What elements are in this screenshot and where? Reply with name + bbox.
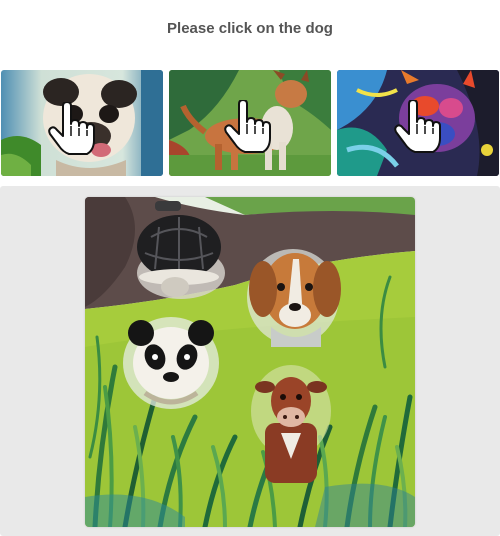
panda-animal[interactable] (123, 317, 219, 409)
hand-pointer-icon (48, 102, 95, 155)
example-image-pug (1, 70, 163, 176)
hand-pointer-icon (394, 100, 441, 153)
example-images (0, 70, 500, 177)
challenge-prompt: Please click on the dog (167, 20, 333, 37)
challenge-panel (0, 186, 500, 536)
challenge-image[interactable] (85, 197, 415, 527)
example-image-hound (169, 70, 331, 176)
hand-pointer-icon (224, 100, 271, 153)
example-image-colorful-dog (337, 70, 499, 176)
